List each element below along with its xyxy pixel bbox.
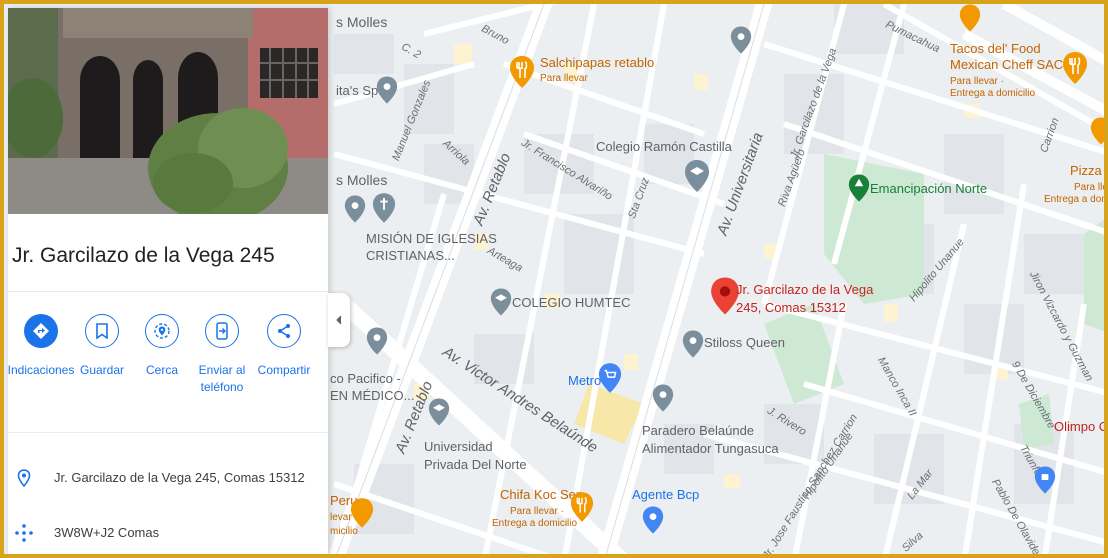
plus-code-row[interactable]: 3W8W+J2 Comas <box>8 519 328 549</box>
restaurant-pin-icon[interactable] <box>350 498 374 528</box>
school-pin-icon[interactable] <box>684 160 710 192</box>
poi-label[interactable]: EN MÉDICO... <box>330 388 415 404</box>
selected-pin-label[interactable]: Jr. Garcilazo de la Vega <box>736 282 873 298</box>
park-pin-icon[interactable] <box>848 174 870 202</box>
chevron-left-icon <box>336 315 342 325</box>
poi-label[interactable]: COLEGIO HUMTEC <box>512 295 630 311</box>
address-row[interactable]: Jr. Garcilazo de la Vega 245, Comas 1531… <box>8 464 328 494</box>
poi-label[interactable]: Colegio Ramón Castilla <box>596 139 732 155</box>
nearby-icon <box>145 314 179 348</box>
poi-label[interactable]: Metro <box>568 373 601 389</box>
action-label: teléfono <box>200 380 244 395</box>
shopping-cart-pin-icon[interactable] <box>598 362 622 394</box>
poi-label[interactable]: Paradero Belaúnde <box>642 423 754 439</box>
poi-label[interactable]: Privada Del Norte <box>424 457 527 473</box>
place-photo[interactable] <box>8 8 328 214</box>
action-label: Compartir <box>257 363 311 377</box>
action-label: Indicaciones <box>8 363 75 377</box>
share-button[interactable]: Compartir <box>249 314 319 379</box>
directions-button[interactable]: Indicaciones <box>8 314 76 379</box>
bank-pin-icon[interactable] <box>642 506 664 534</box>
poi-label[interactable]: Universidad <box>424 439 493 455</box>
poi-label[interactable]: Emancipación Norte <box>870 181 987 197</box>
collapse-panel-button[interactable] <box>328 293 350 347</box>
divider <box>8 432 328 433</box>
place-details-panel: Jr. Garcilazo de la Vega 245 Indicacione… <box>8 8 328 554</box>
poi-sublabel: Para llevar · <box>950 76 1004 87</box>
plus-code-icon <box>15 524 33 542</box>
poi-label[interactable]: co Pacifico - <box>330 371 401 387</box>
divider <box>8 291 328 292</box>
poi-label[interactable]: Olimpo Clu <box>1054 419 1104 435</box>
poi-sublabel: Para lleva <box>1074 182 1108 193</box>
restaurant-pin-icon[interactable] <box>509 56 535 88</box>
street-label: s Molles <box>336 172 388 188</box>
poi-sublabel: Entrega a domicilio <box>492 518 578 529</box>
poi-label[interactable]: CRISTIANAS... <box>366 248 455 264</box>
clinic-pin-icon[interactable] <box>730 24 752 56</box>
action-label: Enviar al <box>198 363 246 377</box>
restaurant-pin-icon[interactable] <box>959 4 981 32</box>
poi-label[interactable]: Tacos del' Food <box>950 41 1041 57</box>
place-pin-icon[interactable] <box>344 194 366 224</box>
directions-icon <box>24 314 58 348</box>
church-pin-icon[interactable] <box>372 192 396 224</box>
poi-sublabel: Entrega a domicili <box>1044 194 1104 205</box>
restaurant-pin-icon[interactable] <box>1090 116 1108 146</box>
address-text: Jr. Garcilazo de la Vega 245, Comas 1531… <box>54 470 305 485</box>
poi-sublabel: Para llevar <box>540 73 588 84</box>
shopping-pin-icon[interactable] <box>1034 466 1056 494</box>
poi-label[interactable]: Agente Bcp <box>632 487 699 503</box>
poi-label[interactable]: Salchipapas retablo <box>540 55 654 71</box>
street-label: s Molles <box>336 14 388 30</box>
location-pin-icon <box>17 469 31 488</box>
send-to-phone-button[interactable]: Enviar al teléfono <box>187 314 257 397</box>
bus-stop-pin-icon[interactable] <box>652 382 674 414</box>
poi-sublabel: Entrega a domicilio <box>950 88 1036 99</box>
poi-sublabel: Para llevar · <box>510 506 564 517</box>
shop-pin-icon[interactable] <box>682 330 704 358</box>
send-to-phone-icon <box>205 314 239 348</box>
poi-label[interactable]: Mexican Cheff SAC <box>950 57 1063 73</box>
place-title: Jr. Garcilazo de la Vega 245 <box>12 244 275 267</box>
spa-pin-icon[interactable] <box>376 76 398 104</box>
plus-code-text: 3W8W+J2 Comas <box>54 525 160 540</box>
poi-label[interactable]: Pizza Ra <box>1070 163 1104 179</box>
restaurant-pin-icon[interactable] <box>570 492 594 522</box>
poi-label[interactable]: MISIÓN DE IGLESIAS <box>366 231 497 247</box>
school-pin-icon[interactable] <box>428 398 450 426</box>
share-icon <box>267 314 301 348</box>
school-pin-icon[interactable] <box>490 288 512 316</box>
selected-pin-label[interactable]: 245, Comas 15312 <box>736 300 846 316</box>
screenshot-frame: s Molles s Molles C. 2 Bruno Manuel Gonz… <box>0 0 1108 558</box>
bookmark-icon <box>85 314 119 348</box>
action-label: Cerca <box>145 363 178 377</box>
action-label: Guardar <box>79 363 125 377</box>
place-pin-icon[interactable] <box>366 326 388 356</box>
poi-label[interactable]: Alimentador Tungasuca <box>642 441 779 457</box>
poi-label[interactable]: Stiloss Queen <box>704 335 785 351</box>
restaurant-pin-icon[interactable] <box>1062 52 1088 84</box>
